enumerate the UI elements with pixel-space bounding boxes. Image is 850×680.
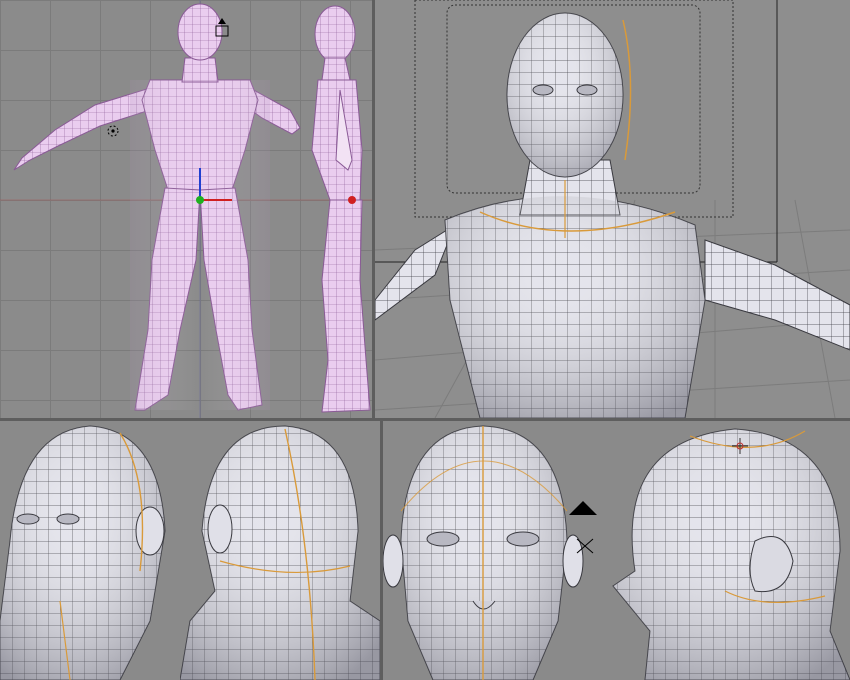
3d-cursor-icon[interactable]	[107, 125, 119, 137]
viewport-perspective-torso[interactable]	[375, 0, 850, 418]
perspective-canvas	[375, 0, 850, 418]
front-side-canvas	[0, 0, 372, 418]
viewport-front-side[interactable]	[0, 0, 372, 418]
head-three-quarter-canvas	[0, 425, 166, 680]
head-front-mesh[interactable]	[383, 425, 584, 680]
head-profile-canvas	[612, 428, 850, 680]
viewport-divider-top[interactable]	[372, 0, 375, 418]
side-figure-mesh[interactable]	[311, 5, 371, 413]
head-three-quarter-mesh[interactable]	[0, 425, 166, 680]
viewport-head-profile[interactable]	[605, 421, 850, 680]
front-figure-mesh[interactable]	[13, 3, 301, 411]
torso-mesh[interactable]	[375, 12, 850, 418]
viewport-head-back[interactable]	[180, 421, 380, 680]
head-back-mesh[interactable]	[180, 425, 380, 680]
head-profile-mesh[interactable]	[612, 428, 850, 680]
head-front-canvas	[383, 425, 597, 680]
viewport-head-three-quarter[interactable]	[0, 421, 180, 680]
viewport-head-front[interactable]	[383, 421, 605, 680]
head-back-canvas	[180, 425, 380, 680]
